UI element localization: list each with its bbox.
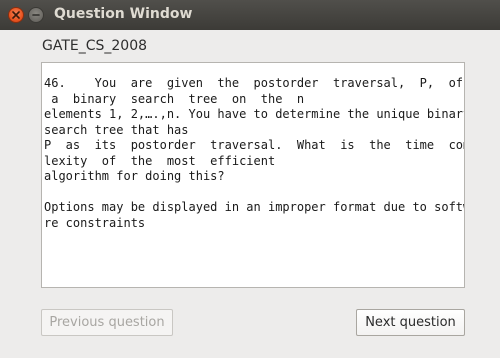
minimize-icon — [32, 14, 40, 16]
question-text: 46. You are given the postorder traversa… — [44, 76, 464, 230]
close-button[interactable] — [8, 7, 24, 23]
question-window: Question Window GATE_CS_2008 46. You are… — [0, 0, 500, 358]
question-text-area[interactable]: 46. You are given the postorder traversa… — [41, 62, 465, 288]
next-question-button[interactable]: Next question — [356, 309, 465, 336]
close-icon — [12, 11, 20, 19]
previous-question-button[interactable]: Previous question — [41, 309, 173, 336]
subject-label: GATE_CS_2008 — [42, 38, 148, 54]
window-title: Question Window — [54, 6, 193, 22]
title-bar[interactable]: Question Window — [0, 0, 500, 30]
minimize-button[interactable] — [28, 7, 44, 23]
